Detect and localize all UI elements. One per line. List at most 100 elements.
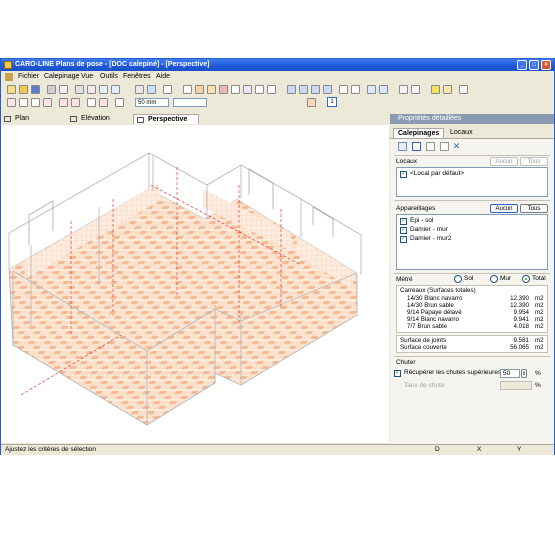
move-icon[interactable] bbox=[59, 98, 68, 107]
perspective-canvas[interactable] bbox=[1, 125, 389, 443]
minimize-button[interactable]: _ bbox=[517, 60, 527, 70]
panel-header: Propriétés détaillées bbox=[390, 114, 554, 124]
checkbox-icon[interactable]: ✓ bbox=[400, 171, 407, 178]
tab-elevation[interactable]: Elévation bbox=[67, 114, 133, 124]
list-item[interactable]: ✓ <Local par défaut> bbox=[400, 170, 464, 178]
window-icon[interactable] bbox=[323, 85, 332, 94]
sum-icon[interactable] bbox=[163, 85, 172, 94]
close-button[interactable]: × bbox=[541, 60, 551, 70]
radio-total-label: Total bbox=[532, 275, 546, 282]
snowflake-icon[interactable] bbox=[147, 85, 156, 94]
move-all-icon[interactable] bbox=[71, 98, 80, 107]
list-icon[interactable] bbox=[135, 85, 144, 94]
pointer-plus-icon[interactable] bbox=[426, 142, 435, 151]
title-bar[interactable]: CARO-LINE Plans de pose - [DOC calepiné]… bbox=[1, 59, 554, 71]
locaux-none-button[interactable]: Aucun bbox=[490, 157, 518, 166]
elevation-icon bbox=[70, 116, 77, 122]
tab-elevation-label: Elévation bbox=[81, 115, 110, 122]
locaux-list: ✓ <Local par défaut> bbox=[396, 167, 548, 197]
open-icon[interactable] bbox=[19, 85, 28, 94]
floor-tiling bbox=[8, 188, 358, 426]
maximize-button[interactable]: □ bbox=[529, 60, 539, 70]
radio-icon[interactable] bbox=[490, 275, 498, 283]
import-icon[interactable] bbox=[379, 85, 388, 94]
new-icon[interactable] bbox=[7, 85, 16, 94]
radio-selected-icon[interactable] bbox=[522, 275, 530, 283]
select-icon[interactable] bbox=[183, 85, 192, 94]
page-number[interactable]: 1 bbox=[327, 97, 337, 107]
pattern-icon[interactable] bbox=[243, 85, 252, 94]
wall-icon[interactable] bbox=[219, 85, 228, 94]
recover-checkbox[interactable]: ✓ Récupérer les chutes supérieures à bbox=[394, 369, 507, 377]
menu-fenetres[interactable]: Fenêtres bbox=[123, 72, 151, 82]
cut-icon[interactable] bbox=[75, 85, 84, 94]
checkbox-icon[interactable]: ✓ bbox=[400, 218, 407, 225]
preview-icon[interactable] bbox=[59, 85, 68, 94]
check-icon[interactable] bbox=[339, 85, 348, 94]
radio-total[interactable]: Total bbox=[522, 275, 546, 283]
locaux-all-button[interactable]: Tous bbox=[520, 157, 548, 166]
radio-icon[interactable] bbox=[454, 275, 462, 283]
extra-icon[interactable] bbox=[459, 85, 468, 94]
menu-calepinage[interactable]: Calepinage bbox=[44, 72, 79, 82]
tab-perspective[interactable]: Perspective bbox=[133, 114, 199, 124]
delete-icon[interactable] bbox=[99, 98, 108, 107]
list-item[interactable]: ✓ Damier - mur bbox=[400, 226, 448, 234]
radio-sol[interactable]: Sol bbox=[454, 275, 473, 283]
rotate-icon[interactable] bbox=[43, 98, 52, 107]
zoom-extents-icon[interactable] bbox=[87, 85, 96, 94]
rate-label: Taux de chute bbox=[404, 382, 445, 389]
help-icon[interactable] bbox=[431, 85, 440, 94]
checkbox-icon[interactable]: ✓ bbox=[400, 227, 407, 234]
print-icon[interactable] bbox=[47, 85, 56, 94]
locaux-label: Locaux bbox=[396, 158, 417, 165]
pointer-minus-icon[interactable] bbox=[440, 142, 449, 151]
tab-locaux[interactable]: Locaux bbox=[450, 128, 473, 138]
perspective-drawing[interactable] bbox=[1, 125, 389, 443]
close-icon[interactable]: ✕ bbox=[452, 142, 461, 151]
region-icon[interactable] bbox=[207, 85, 216, 94]
options-icon[interactable] bbox=[115, 98, 124, 107]
menu-outils[interactable]: Outils bbox=[100, 72, 118, 82]
select-all-icon[interactable] bbox=[398, 142, 407, 151]
export-icon[interactable] bbox=[367, 85, 376, 94]
tile-icon[interactable] bbox=[307, 98, 316, 107]
layers-icon[interactable] bbox=[7, 98, 16, 107]
checkbox-icon[interactable]: ✓ bbox=[394, 370, 401, 377]
palette-icon[interactable] bbox=[411, 85, 420, 94]
pencil-icon[interactable] bbox=[443, 85, 452, 94]
radio-mur[interactable]: Mur bbox=[490, 275, 511, 283]
appareillages-all-button[interactable]: Tous bbox=[520, 204, 548, 213]
appareillages-none-button[interactable]: Aucun bbox=[490, 204, 518, 213]
document-menu-icon[interactable] bbox=[5, 73, 13, 81]
value-input[interactable] bbox=[173, 98, 207, 107]
menu-fichier[interactable]: Fichier bbox=[18, 72, 39, 82]
pointer-icon[interactable] bbox=[412, 142, 421, 151]
table-icon[interactable] bbox=[231, 85, 240, 94]
menu-aide[interactable]: Aide bbox=[156, 72, 170, 82]
dimension-icon[interactable] bbox=[351, 85, 360, 94]
tools-icon[interactable] bbox=[399, 85, 408, 94]
view-2d-icon[interactable] bbox=[287, 85, 296, 94]
recover-value-input[interactable]: 50 bbox=[500, 369, 520, 378]
zoom-select[interactable]: 50 mm bbox=[135, 98, 169, 107]
checkbox-icon[interactable]: ✓ bbox=[400, 236, 407, 243]
flip-icon[interactable] bbox=[19, 98, 28, 107]
sigma-icon[interactable] bbox=[255, 85, 264, 94]
list-item[interactable]: ✓ Damier - mur2 bbox=[400, 235, 452, 243]
tab-plan[interactable]: Plan bbox=[1, 114, 67, 124]
menu-vue[interactable]: Vue bbox=[81, 72, 93, 82]
zoom-in-icon[interactable] bbox=[99, 85, 108, 94]
view-elevation-icon[interactable] bbox=[299, 85, 308, 94]
grid-icon[interactable] bbox=[87, 98, 96, 107]
view-3d-icon[interactable] bbox=[311, 85, 320, 94]
mirror-icon[interactable] bbox=[31, 98, 40, 107]
list-item[interactable]: ✓ Epi - sol bbox=[400, 217, 433, 225]
zoom-out-icon[interactable] bbox=[111, 85, 120, 94]
save-icon[interactable] bbox=[31, 85, 40, 94]
tile-tool-icon[interactable] bbox=[195, 85, 204, 94]
status-y: Y bbox=[517, 446, 522, 453]
rate-input[interactable] bbox=[500, 381, 532, 390]
edit-icon[interactable] bbox=[267, 85, 276, 94]
spinner-icon[interactable]: ⇕ bbox=[521, 369, 527, 378]
